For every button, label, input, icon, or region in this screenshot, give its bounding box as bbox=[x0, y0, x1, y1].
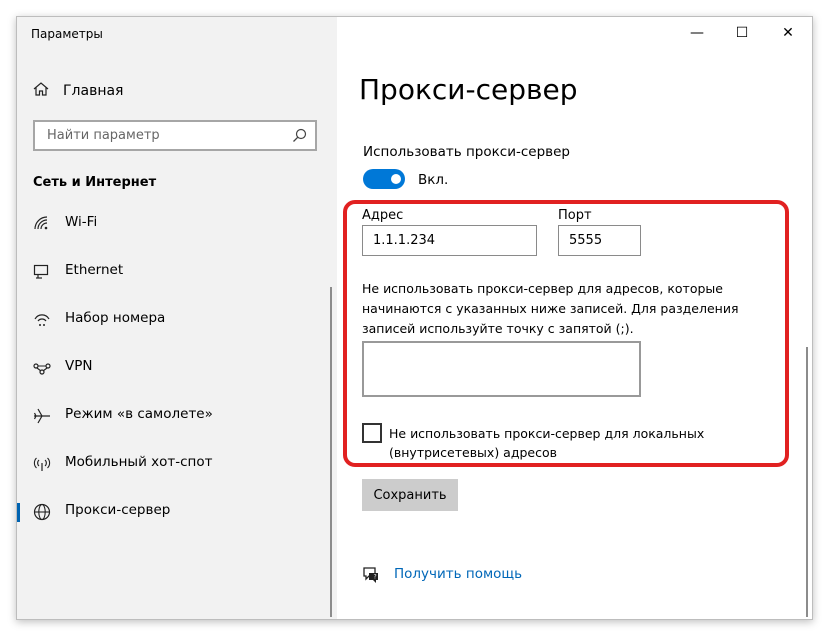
sidebar-home[interactable]: Главная bbox=[33, 79, 313, 103]
page-title: Прокси-сервер bbox=[359, 73, 578, 106]
content-pane: — ☐ ✕ Прокси-сервер Использовать прокси-… bbox=[337, 17, 812, 619]
sidebar-item-label: VPN bbox=[65, 358, 93, 374]
save-button[interactable]: Сохранить bbox=[362, 479, 458, 511]
content-scrollbar[interactable] bbox=[806, 347, 808, 617]
sidebar: Параметры Главная Сеть и Интернет Wi-Fi bbox=[17, 17, 337, 619]
use-proxy-toggle[interactable] bbox=[363, 169, 405, 189]
section-title: Сеть и Интернет bbox=[33, 175, 157, 190]
home-icon bbox=[33, 81, 49, 101]
local-addresses-checkbox[interactable] bbox=[362, 423, 382, 443]
wifi-icon bbox=[33, 215, 51, 233]
sidebar-home-label: Главная bbox=[63, 83, 124, 99]
maximize-button[interactable]: ☐ bbox=[730, 25, 754, 43]
svg-text:?: ? bbox=[374, 574, 377, 581]
sidebar-item-label: Ethernet bbox=[65, 262, 124, 278]
sidebar-item-hotspot[interactable]: Мобильный хот-спот bbox=[17, 443, 335, 483]
hotspot-icon bbox=[33, 455, 51, 473]
ethernet-icon bbox=[33, 263, 51, 281]
exceptions-note: Не использовать прокси-сервер для адресо… bbox=[362, 281, 739, 336]
address-label: Адрес bbox=[362, 208, 404, 223]
close-button[interactable]: ✕ bbox=[776, 25, 800, 43]
get-help-link[interactable]: Получить помощь bbox=[394, 566, 522, 582]
port-field[interactable] bbox=[558, 225, 641, 256]
sidebar-item-proxy[interactable]: Прокси-сервер bbox=[17, 491, 335, 531]
airplane-icon bbox=[33, 407, 51, 425]
dial-up-icon bbox=[33, 311, 51, 329]
toggle-state-label: Вкл. bbox=[418, 172, 449, 188]
sidebar-scrollbar[interactable] bbox=[330, 287, 332, 617]
sidebar-item-airplane[interactable]: Режим «в самолете» bbox=[17, 395, 335, 435]
sidebar-item-label: Мобильный хот-спот bbox=[65, 454, 213, 470]
sidebar-item-wifi[interactable]: Wi-Fi bbox=[17, 203, 335, 243]
port-label: Порт bbox=[558, 208, 592, 223]
sidebar-item-dialup[interactable]: Набор номера bbox=[17, 299, 335, 339]
exceptions-field[interactable] bbox=[362, 341, 641, 397]
settings-window: Параметры Главная Сеть и Интернет Wi-Fi bbox=[16, 16, 813, 620]
sidebar-item-label: Wi-Fi bbox=[65, 214, 98, 230]
help-icon: ? bbox=[361, 565, 381, 589]
search-box[interactable] bbox=[33, 120, 317, 151]
app-title: Параметры bbox=[31, 27, 103, 41]
toggle-knob bbox=[391, 174, 401, 184]
address-field[interactable] bbox=[362, 225, 537, 256]
vpn-icon bbox=[33, 359, 51, 377]
sidebar-item-label: Набор номера bbox=[65, 310, 166, 326]
sidebar-item-ethernet[interactable]: Ethernet bbox=[17, 251, 335, 291]
search-input[interactable] bbox=[45, 127, 279, 144]
sidebar-item-label: Режим «в самолете» bbox=[65, 406, 213, 422]
search-icon[interactable] bbox=[292, 128, 307, 147]
local-addresses-label: Не использовать прокси-сервер для локаль… bbox=[389, 426, 705, 460]
globe-icon bbox=[33, 503, 51, 521]
active-indicator bbox=[17, 503, 20, 522]
use-proxy-label: Использовать прокси-сервер bbox=[363, 144, 570, 160]
sidebar-item-vpn[interactable]: VPN bbox=[17, 347, 335, 387]
sidebar-item-label: Прокси-сервер bbox=[65, 502, 171, 518]
minimize-button[interactable]: — bbox=[685, 25, 709, 43]
